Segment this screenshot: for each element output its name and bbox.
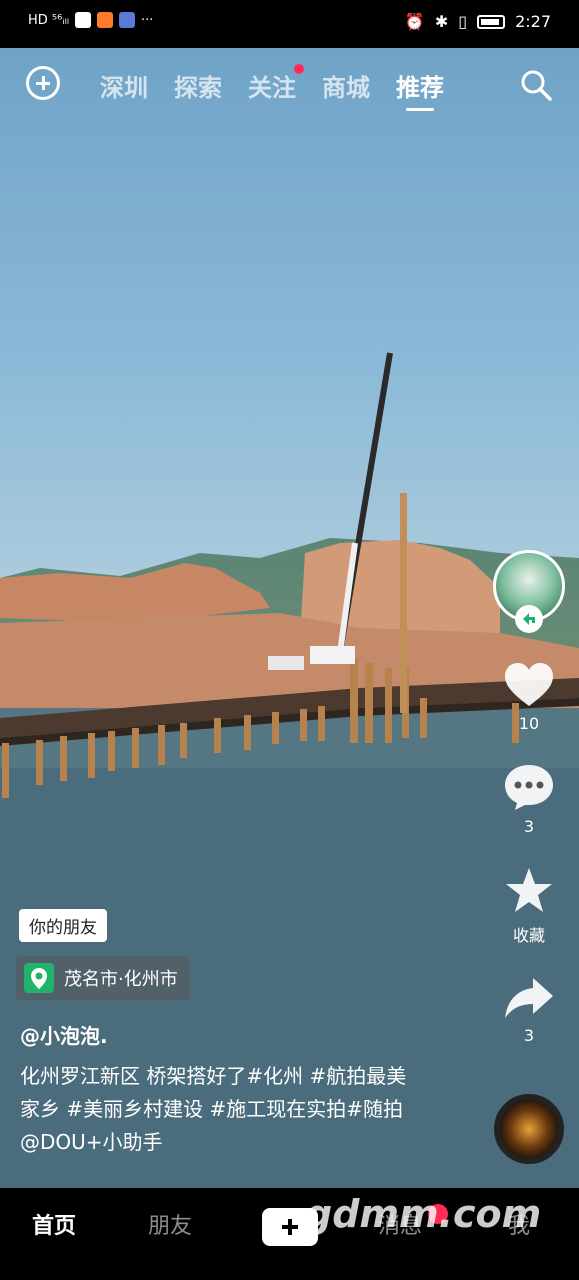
comment-count: 3 (523, 817, 535, 836)
comment-icon (505, 765, 553, 810)
watermark: gdmm.com (305, 1192, 542, 1236)
tab-following[interactable]: 关注 (248, 64, 304, 103)
location-pin-icon (24, 963, 54, 993)
like-count: 10 (518, 714, 540, 733)
alarm-icon: ⏰ (404, 12, 425, 31)
tab-explore[interactable]: 探索 (174, 68, 222, 103)
follow-back-icon (523, 613, 535, 625)
search-icon[interactable] (519, 68, 553, 102)
add-icon[interactable] (26, 66, 60, 100)
top-nav: 深圳 探索 关注 商城 推荐 (0, 60, 579, 120)
friend-badge: 你的朋友 (19, 909, 107, 942)
author-name[interactable]: @小泡泡. (20, 1020, 108, 1049)
location-label: 茂名市·化州市 (64, 969, 178, 990)
app-notification-icon (118, 12, 135, 28)
bottom-nav: 首页 朋友 消息 我 gdmm.com (0, 1188, 579, 1280)
follow-button[interactable] (515, 605, 543, 633)
heart-icon (505, 663, 553, 706)
share-button[interactable]: 3 (489, 976, 569, 1045)
notification-dot (294, 64, 304, 74)
share-count: 3 (523, 1026, 535, 1045)
vibrate-icon: ▯ (458, 12, 468, 31)
status-bar: HD ⁵⁶ᵢₗₗ ··· ⏰ ✱ ▯ 2:27 (0, 0, 579, 48)
app-notification-icon (96, 12, 113, 28)
douyin-screen: HD ⁵⁶ᵢₗₗ ··· ⏰ ✱ ▯ 2:27 深圳 探索 关注 商城 推荐 1… (0, 0, 579, 1280)
action-rail: 10 3 收藏 3 (489, 550, 569, 1045)
bluetooth-icon: ✱ (434, 12, 449, 31)
comment-button[interactable]: 3 (489, 763, 569, 836)
tab-mall[interactable]: 商城 (322, 68, 370, 103)
battery-icon (477, 14, 506, 29)
clock: 2:27 (515, 12, 551, 31)
star-icon (506, 868, 552, 912)
avatar[interactable] (493, 550, 565, 633)
more-notifications: ··· (140, 12, 154, 28)
status-left: HD ⁵⁶ᵢₗₗ ··· (28, 12, 153, 28)
status-right: ⏰ ✱ ▯ 2:27 (405, 12, 551, 31)
feed-tabs: 深圳 探索 关注 商城 推荐 (100, 64, 444, 111)
post-description: 化州罗江新区 桥架搭好了#化州 #航拍最美家乡 #美丽乡村建设 #施工现在实拍#… (20, 1064, 407, 1154)
music-disc[interactable] (494, 1094, 564, 1164)
app-notification-icon (74, 12, 91, 28)
tab-following-label: 关注 (248, 74, 296, 102)
nav-home[interactable]: 首页 (32, 1208, 76, 1240)
signal-text: HD ⁵⁶ᵢₗₗ (28, 12, 69, 28)
favorite-button[interactable]: 收藏 (489, 866, 569, 946)
location-tag[interactable]: 茂名市·化州市 (16, 956, 190, 1000)
tab-recommend[interactable]: 推荐 (396, 68, 444, 111)
favorite-label: 收藏 (512, 926, 545, 945)
tab-shenzhen[interactable]: 深圳 (100, 68, 148, 103)
share-icon (505, 978, 553, 1018)
like-button[interactable]: 10 (489, 662, 569, 733)
nav-friends[interactable]: 朋友 (148, 1208, 192, 1240)
